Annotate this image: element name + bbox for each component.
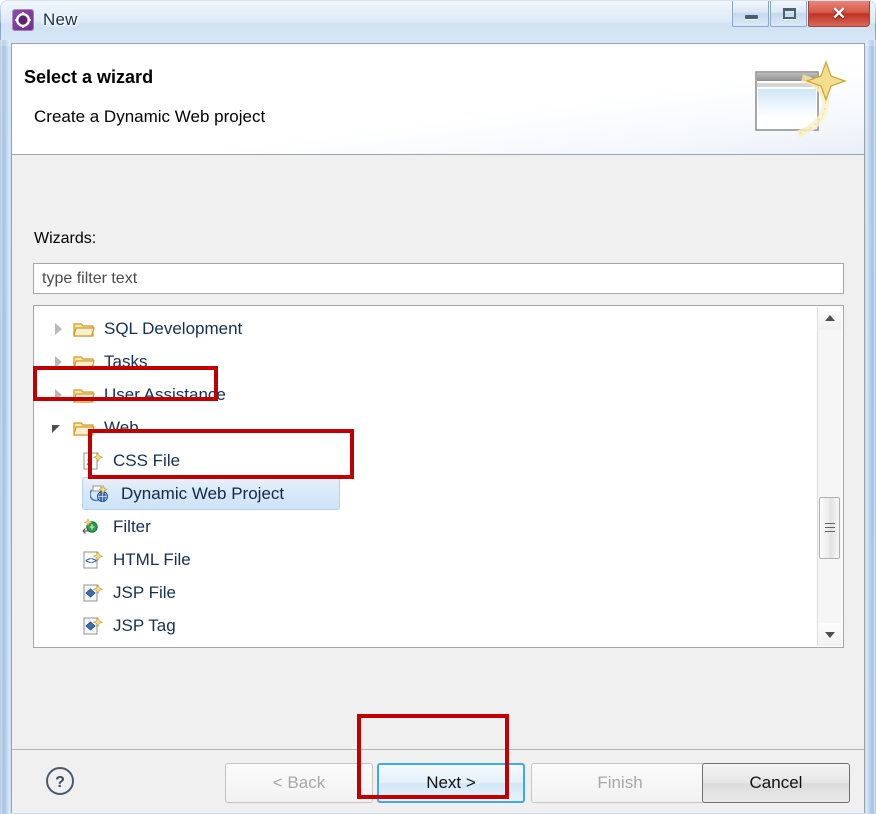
dialog-client-area: Select a wizard Create a Dynamic Web pro…: [11, 43, 865, 813]
html-file-icon: <>: [82, 550, 104, 569]
tree-item-label: User Assistance: [104, 384, 226, 404]
tree-item-sql-development[interactable]: SQL Development: [34, 312, 814, 345]
tree-item-label: CSS File: [113, 450, 181, 470]
close-button[interactable]: ✕: [808, 1, 870, 27]
close-icon: ✕: [831, 4, 847, 23]
window-controls: ✕: [732, 1, 870, 28]
dynamic-web-project-icon: [89, 484, 112, 503]
svg-text:<>: <>: [85, 556, 97, 567]
help-icon[interactable]: ?: [45, 766, 75, 796]
tree-item-filter[interactable]: Filter: [34, 510, 814, 543]
filter-input[interactable]: [33, 263, 844, 294]
tree-item-web[interactable]: Web: [34, 411, 814, 444]
maximize-button[interactable]: [770, 1, 807, 27]
scrollbar-thumb[interactable]: [819, 497, 840, 559]
tree-item-label: Dynamic Web Project: [121, 483, 285, 503]
tree-item-label: Web: [104, 417, 139, 437]
dialog-body: Wizards: SQL Development: [12, 155, 864, 749]
tree-item-label: HTML File: [113, 549, 191, 569]
wizard-banner-icon: [755, 60, 847, 138]
folder-icon: [73, 320, 95, 338]
wizard-tree[interactable]: SQL Development Tasks User Assistance We…: [33, 305, 844, 648]
chevron-right-icon[interactable]: [52, 322, 66, 336]
wizard-tree-list: SQL Development Tasks User Assistance We…: [34, 306, 814, 642]
folder-open-icon: [73, 419, 95, 437]
tree-item-dynamic-web-project[interactable]: Dynamic Web Project: [82, 477, 340, 510]
tree-item-css-file[interactable]: S CSS File: [34, 444, 814, 477]
tree-item-label: JSP Tag: [113, 615, 176, 635]
folder-icon: [73, 353, 95, 371]
scroll-up-icon: [825, 315, 835, 321]
cancel-button[interactable]: Cancel: [702, 763, 850, 803]
window-title: New: [43, 10, 78, 29]
jsp-tag-icon: [82, 616, 104, 635]
scroll-up-button[interactable]: [818, 307, 841, 330]
maximize-icon: [783, 8, 796, 19]
tree-item-label: Filter: [113, 516, 151, 536]
window-frame-left-edge: [0, 40, 10, 814]
back-button[interactable]: < Back: [225, 763, 373, 803]
title-bar[interactable]: New ✕: [0, 0, 876, 41]
tree-item-label: SQL Development: [104, 318, 243, 338]
eclipse-new-wizard-icon: [12, 9, 34, 31]
svg-text:?: ?: [55, 774, 65, 791]
tree-item-user-assistance[interactable]: User Assistance: [34, 378, 814, 411]
jsp-file-icon: [82, 583, 104, 602]
folder-icon: [73, 386, 95, 404]
tree-scrollbar[interactable]: [817, 307, 842, 646]
tree-item-jsp-file[interactable]: JSP File: [34, 576, 814, 609]
page-title: Select a wizard: [24, 67, 154, 87]
css-file-icon: S: [82, 451, 104, 470]
next-button[interactable]: Next >: [377, 763, 525, 803]
wizard-banner: Select a wizard Create a Dynamic Web pro…: [12, 44, 864, 155]
chevron-down-icon[interactable]: [52, 421, 66, 435]
minimize-icon: [745, 15, 758, 19]
screenshot-root: New ✕ Select a wizard Create a Dynamic W…: [0, 0, 876, 814]
tree-item-tasks[interactable]: Tasks: [34, 345, 814, 378]
tree-item-label: JSP File: [113, 582, 176, 602]
minimize-button[interactable]: [732, 1, 769, 27]
window-frame-right-edge: [866, 40, 876, 814]
svg-text:S: S: [87, 456, 93, 468]
page-description: Create a Dynamic Web project: [34, 107, 266, 126]
dialog-footer: ? < Back Next > Finish Cancel: [12, 749, 864, 813]
chevron-right-icon[interactable]: [52, 355, 66, 369]
tree-item-label: Tasks: [104, 351, 148, 371]
filter-icon: [82, 517, 104, 536]
scroll-down-button[interactable]: [818, 623, 841, 646]
gear-icon: [15, 12, 31, 28]
finish-button[interactable]: Finish: [531, 763, 709, 803]
scrollbar-grip-icon: [825, 523, 835, 532]
tree-item-jsp-tag[interactable]: JSP Tag: [34, 609, 814, 642]
wizards-label: Wizards:: [34, 230, 97, 247]
tree-item-html-file[interactable]: <> HTML File: [34, 543, 814, 576]
chevron-right-icon[interactable]: [52, 388, 66, 402]
scroll-down-icon: [825, 632, 835, 638]
